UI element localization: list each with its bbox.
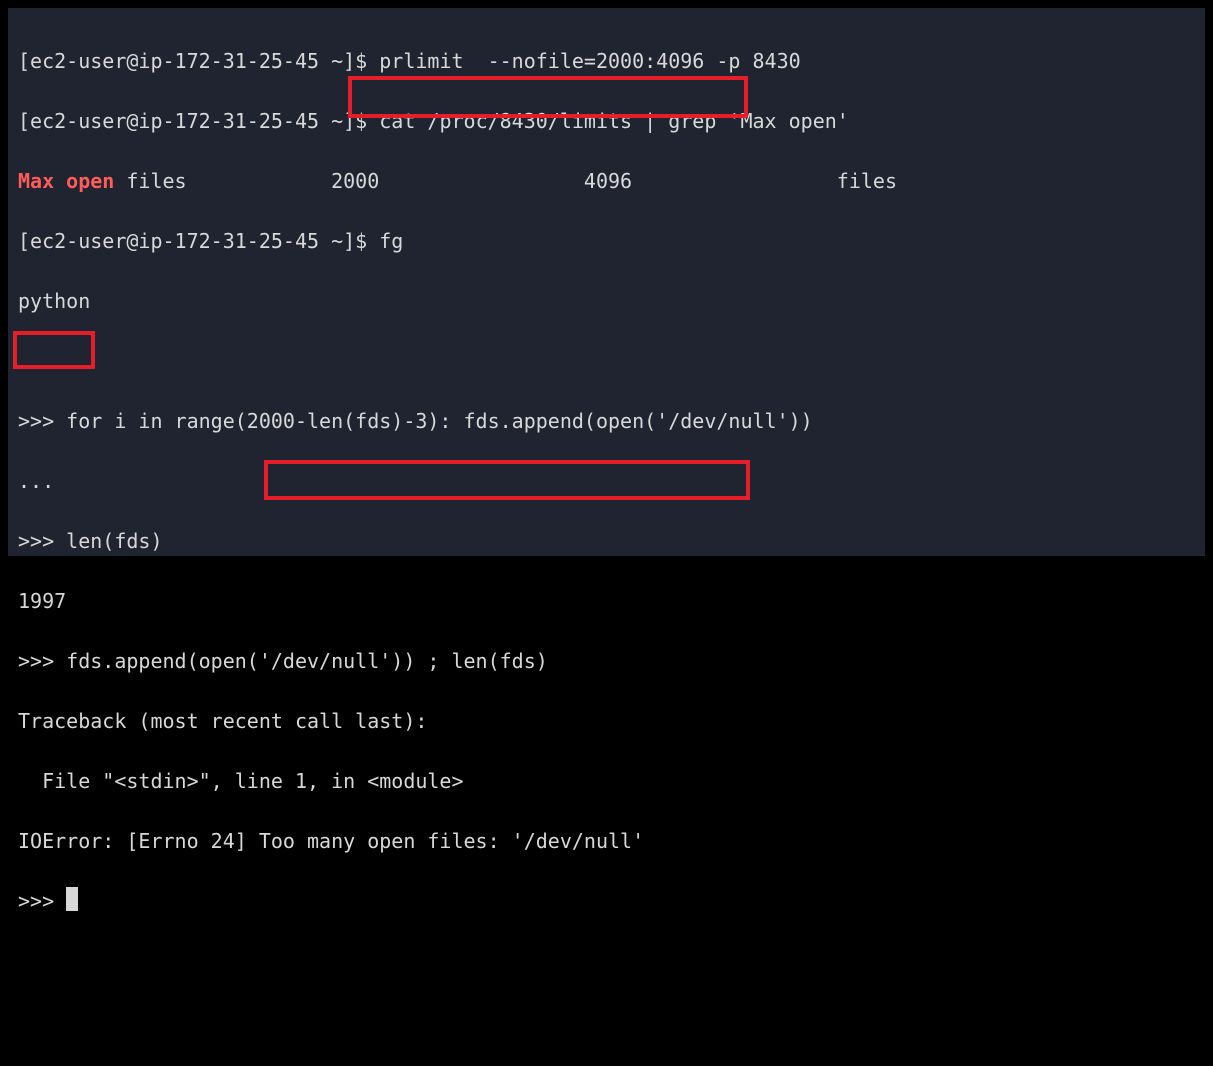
highlight-box-count bbox=[13, 331, 95, 369]
shell-prompt: [ec2-user@ip-172-31-25-45 ~]$ bbox=[18, 229, 379, 253]
terminal-line: >>> bbox=[18, 886, 1195, 916]
python-prompt: >>> bbox=[18, 889, 66, 913]
command-text: cat /proc/8430/limits | grep 'Max open' bbox=[379, 109, 849, 133]
terminal-line: >>> for i in range(2000-len(fds)-3): fds… bbox=[18, 406, 1195, 436]
terminal-line: Max open files 2000 4096 files bbox=[18, 166, 1195, 196]
terminal-line: [ec2-user@ip-172-31-25-45 ~]$ fg bbox=[18, 226, 1195, 256]
terminal-line: 1997 bbox=[18, 586, 1195, 616]
terminal-line: [ec2-user@ip-172-31-25-45 ~]$ cat /proc/… bbox=[18, 106, 1195, 136]
terminal-line: >>> len(fds) bbox=[18, 526, 1195, 556]
terminal-line: IOError: [Errno 24] Too many open files:… bbox=[18, 826, 1195, 856]
terminal-line: python bbox=[18, 286, 1195, 316]
command-text: prlimit --nofile=2000:4096 -p 8430 bbox=[379, 49, 800, 73]
limits-output: files 2000 4096 files bbox=[114, 169, 897, 193]
cursor-icon bbox=[66, 887, 78, 911]
grep-match: Max open bbox=[18, 169, 114, 193]
shell-prompt: [ec2-user@ip-172-31-25-45 ~]$ bbox=[18, 109, 379, 133]
terminal-window[interactable]: [ec2-user@ip-172-31-25-45 ~]$ prlimit --… bbox=[8, 8, 1205, 556]
terminal-line: [ec2-user@ip-172-31-25-45 ~]$ prlimit --… bbox=[18, 46, 1195, 76]
shell-prompt: [ec2-user@ip-172-31-25-45 ~]$ bbox=[18, 49, 379, 73]
command-text: fg bbox=[379, 229, 403, 253]
terminal-line: Traceback (most recent call last): bbox=[18, 706, 1195, 736]
terminal-line: ... bbox=[18, 466, 1195, 496]
terminal-line: >>> fds.append(open('/dev/null')) ; len(… bbox=[18, 646, 1195, 676]
terminal-line: File "<stdin>", line 1, in <module> bbox=[18, 766, 1195, 796]
